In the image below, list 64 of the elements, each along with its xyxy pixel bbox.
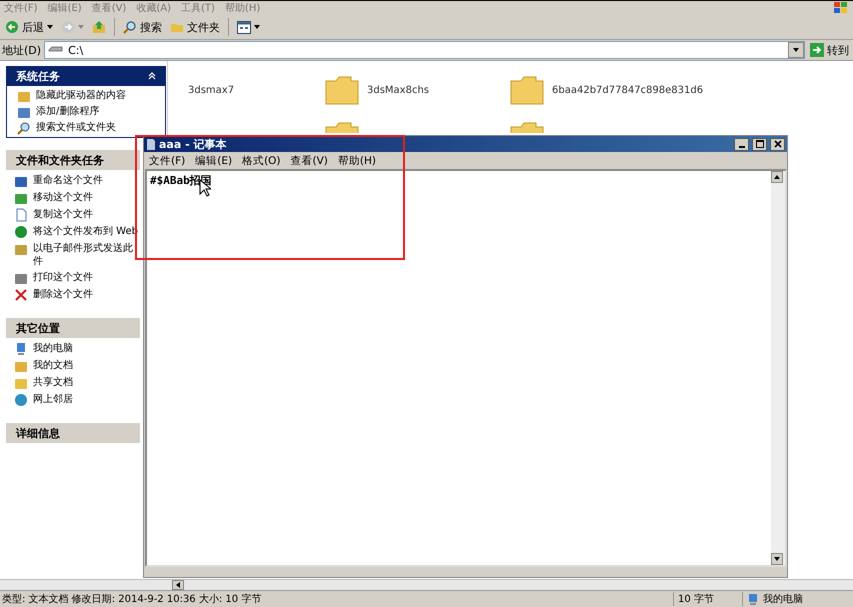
task-link[interactable]: 以电子邮件形式发送此件 (14, 242, 138, 268)
search-button[interactable]: 搜索 (120, 18, 165, 36)
search-icon (123, 20, 137, 34)
window-title: aaa - 记事本 (159, 136, 228, 152)
views-icon (237, 20, 251, 34)
scroll-up-button[interactable] (771, 171, 783, 183)
maximize-icon (756, 140, 764, 148)
computer-icon (747, 593, 759, 605)
computer-icon (14, 342, 28, 356)
task-link[interactable]: 重命名这个文件 (14, 174, 103, 188)
collapse-icon[interactable] (148, 72, 156, 80)
task-link[interactable]: 删除这个文件 (14, 288, 93, 302)
file-name[interactable]: 6baa42b7d77847c898e831d6 (552, 84, 704, 96)
status-zone: 我的电脑 (763, 592, 803, 606)
task-link[interactable]: 复制这个文件 (14, 208, 93, 222)
file-name[interactable]: 3dsMax8chs (367, 84, 430, 96)
task-link[interactable]: 我的电脑 (14, 342, 73, 356)
go-button[interactable]: 转到 (808, 42, 851, 58)
scroll-down-button[interactable] (771, 553, 783, 565)
minimize-button[interactable] (734, 138, 749, 150)
task-link[interactable]: 我的文档 (14, 359, 73, 373)
up-arrow-icon (774, 175, 780, 179)
arrow-icon (810, 43, 824, 57)
windows-logo-icon (833, 1, 849, 15)
status-size: 10 字节 (673, 592, 742, 606)
close-icon (774, 140, 782, 148)
left-arrow-icon (176, 582, 180, 588)
folder-up-icon (92, 20, 106, 34)
panel-header[interactable]: 详细信息 (6, 423, 140, 443)
panel-header[interactable]: 文件和文件夹任务 (6, 150, 140, 170)
maximize-button[interactable] (752, 138, 767, 150)
address-label: 地址(D) (2, 42, 42, 58)
scroll-left-button[interactable] (172, 580, 184, 590)
views-button[interactable] (234, 20, 263, 34)
menu-item[interactable]: 格式(O) (242, 154, 281, 168)
task-link[interactable]: 网上邻居 (14, 393, 73, 407)
caret-icon (793, 48, 799, 52)
close-button[interactable] (770, 138, 785, 150)
caret-icon (254, 25, 260, 29)
menu-item[interactable]: 编辑(E) (195, 154, 232, 168)
dropdown-button[interactable] (788, 42, 804, 58)
caret-icon (47, 25, 53, 29)
file-name[interactable]: 3dsmax7 (188, 84, 234, 96)
task-link[interactable]: 添加/删除程序 (17, 105, 100, 119)
search-icon (17, 121, 31, 135)
task-link[interactable]: 搜索文件或文件夹 (17, 121, 116, 135)
folders-button[interactable]: 文件夹 (167, 18, 223, 36)
caret-icon (774, 557, 780, 561)
task-link[interactable]: 共享文档 (14, 376, 73, 390)
delete-icon (14, 288, 28, 302)
task-link[interactable]: 隐藏此驱动器的内容 (17, 89, 126, 103)
task-link[interactable]: 打印这个文件 (14, 271, 93, 285)
menu-item[interactable]: 文件(F) (149, 154, 186, 168)
menu-item[interactable]: 查看(V) (290, 154, 328, 168)
notepad-icon (146, 138, 156, 150)
panel-header[interactable]: 其它位置 (6, 318, 140, 338)
caret-icon (78, 25, 84, 29)
panel-header[interactable]: 系统任务 (6, 66, 166, 86)
document-icon (14, 208, 28, 222)
status-text: 类型: 文本文档 修改日期: 2014-9-2 10:36 大小: 10 字节 (1, 592, 262, 606)
menu-item[interactable]: 帮助(H) (338, 154, 376, 168)
task-link[interactable]: 移动这个文件 (14, 191, 93, 205)
address-field[interactable]: C:\ (44, 41, 805, 59)
back-button[interactable]: 后退 (2, 18, 56, 36)
